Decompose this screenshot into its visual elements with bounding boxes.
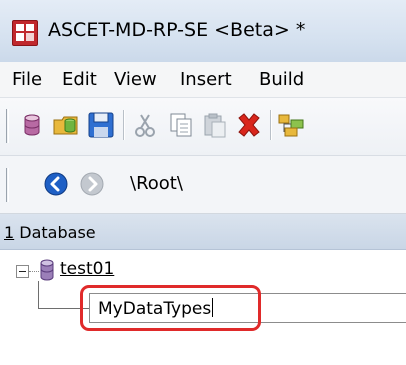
menu-bar: File Edit View Insert Build bbox=[0, 62, 406, 98]
toolbar-separator bbox=[123, 110, 125, 140]
save-icon[interactable] bbox=[86, 110, 116, 140]
open-database-icon[interactable] bbox=[51, 110, 81, 140]
navigation-bar: \Root\ bbox=[0, 156, 406, 214]
rename-field[interactable]: MyDataTypes bbox=[89, 293, 406, 323]
delete-icon[interactable] bbox=[234, 110, 264, 140]
menu-insert[interactable]: Insert bbox=[180, 69, 232, 90]
panel-header: 1 Database bbox=[0, 214, 406, 250]
tree-node-test01[interactable]: test01 bbox=[60, 259, 114, 279]
database-icon bbox=[40, 259, 54, 281]
menu-edit[interactable]: Edit bbox=[62, 69, 97, 90]
new-database-icon[interactable] bbox=[17, 110, 47, 140]
rename-field-value: MyDataTypes bbox=[98, 298, 214, 319]
cut-icon[interactable] bbox=[130, 110, 160, 140]
tree-connector bbox=[38, 281, 39, 308]
title-bar: ASCET-MD-RP-SE <Beta> * bbox=[0, 0, 406, 62]
navbar-grip[interactable] bbox=[6, 168, 9, 202]
tree-connector bbox=[29, 271, 39, 272]
insert-folder-icon[interactable] bbox=[276, 110, 306, 140]
database-tree: test01 MyDataTypes bbox=[0, 250, 406, 365]
toolbar-separator bbox=[270, 110, 272, 140]
collapse-toggle-icon[interactable] bbox=[16, 265, 29, 278]
copy-icon[interactable] bbox=[166, 110, 196, 140]
path-field[interactable]: \Root\ bbox=[130, 173, 183, 194]
paste-icon[interactable] bbox=[200, 110, 230, 140]
toolbar bbox=[0, 98, 406, 156]
panel-hotkey: 1 bbox=[4, 223, 15, 242]
panel-title: 1 Database bbox=[4, 223, 96, 242]
toolbar-grip[interactable] bbox=[6, 109, 9, 143]
panel-title-label: Database bbox=[14, 223, 96, 242]
forward-arrow-icon[interactable] bbox=[79, 171, 105, 197]
window-title: ASCET-MD-RP-SE <Beta> * bbox=[48, 19, 306, 41]
menu-file[interactable]: File bbox=[12, 69, 42, 90]
ascet-app-icon[interactable] bbox=[12, 20, 38, 46]
text-caret bbox=[212, 298, 214, 317]
back-arrow-icon[interactable] bbox=[43, 171, 69, 197]
menu-view[interactable]: View bbox=[114, 69, 157, 90]
menu-build[interactable]: Build bbox=[259, 69, 304, 90]
tree-connector bbox=[38, 308, 90, 309]
